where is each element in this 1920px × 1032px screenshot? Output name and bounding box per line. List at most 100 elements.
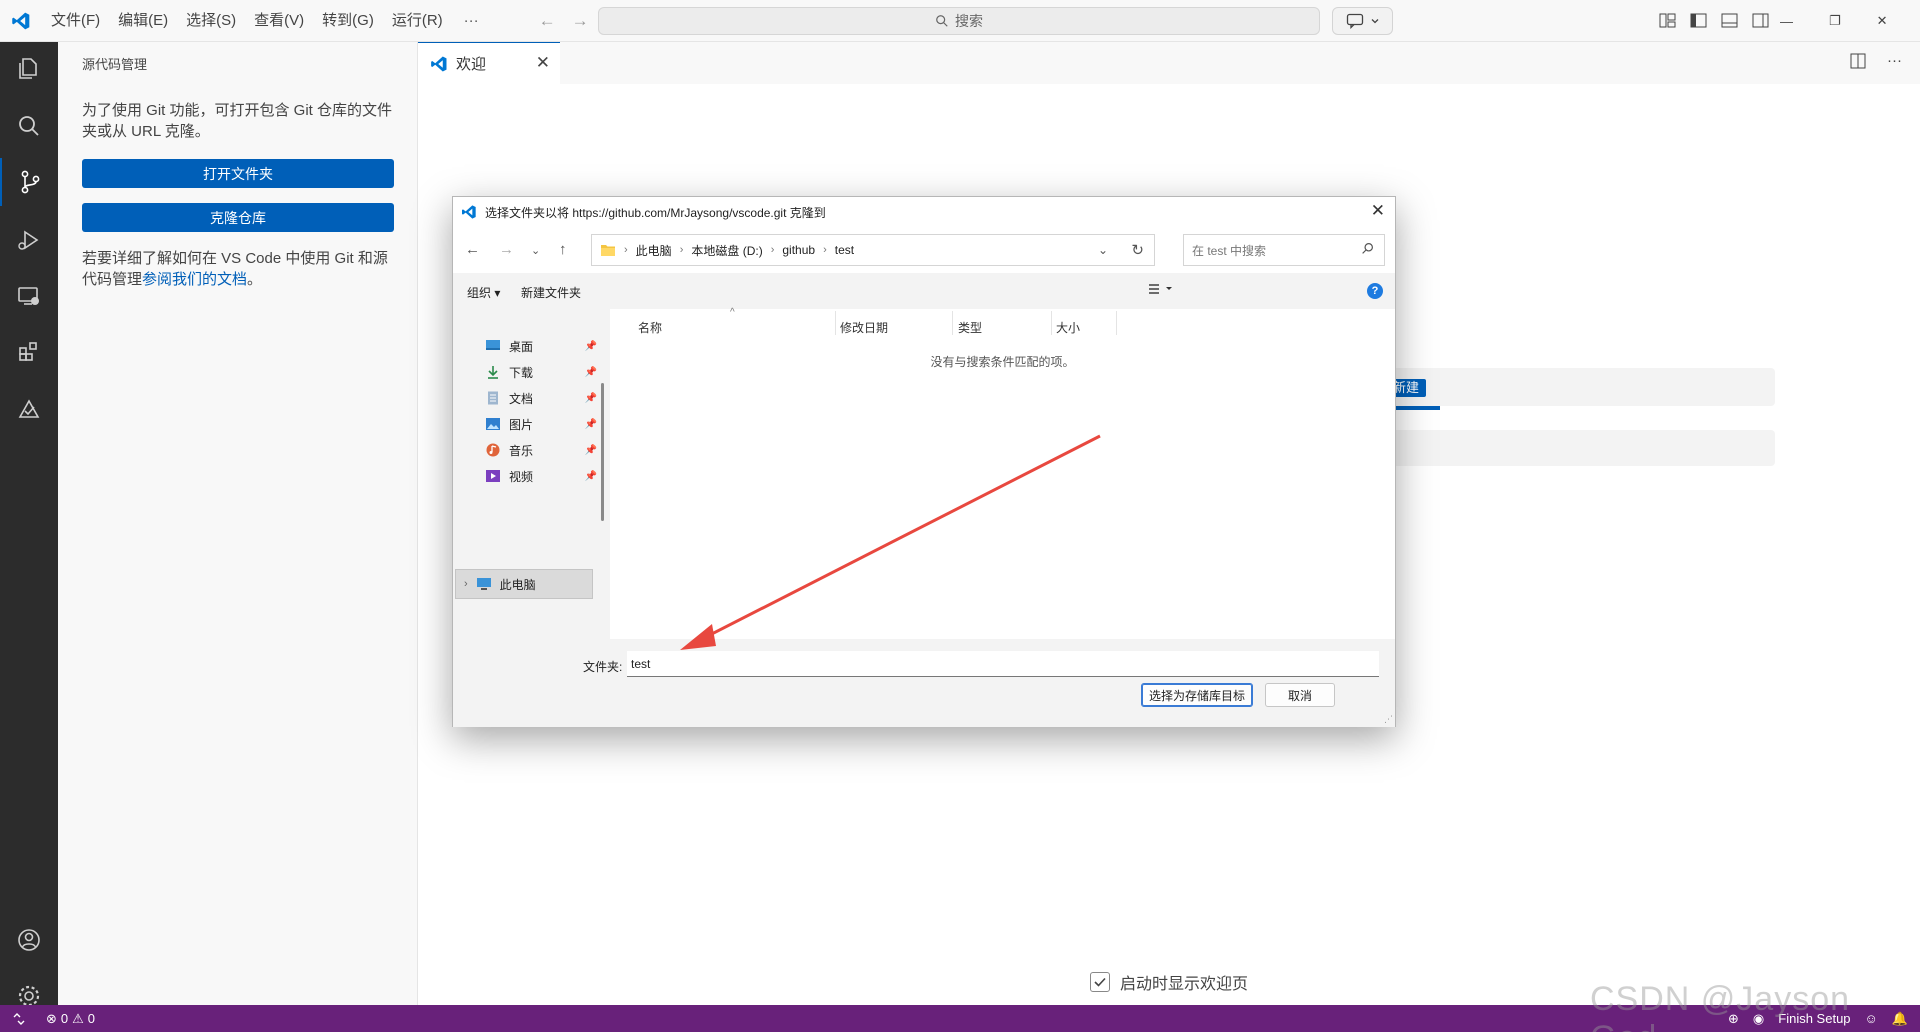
clone-folder-dialog: 选择文件夹以将 https://github.com/MrJaysong/vsc… (452, 196, 1396, 727)
toggle-primary-sidebar-icon[interactable] (1689, 11, 1708, 30)
welcome-walkthrough-card[interactable] (1390, 368, 1775, 406)
computer-icon (476, 578, 491, 590)
account-icon[interactable] (0, 916, 58, 964)
nav-item-label: 视频 (509, 469, 534, 484)
menu-selection[interactable]: 选择(S) (177, 0, 245, 42)
menu-view[interactable]: 查看(V) (245, 0, 313, 42)
nav-item-documents[interactable]: 文档 📌 (485, 387, 597, 409)
error-icon: ⊗ (46, 1010, 57, 1026)
cancel-button[interactable]: 取消 (1265, 683, 1335, 707)
minimize-icon[interactable]: — (1780, 14, 1793, 29)
breadcrumb-drive-d[interactable]: 本地磁盘 (D:) (691, 242, 762, 259)
back-arrow-icon[interactable]: ← (539, 11, 556, 31)
folder-name-input[interactable]: test (627, 651, 1379, 677)
editor-tab-bar: 欢迎 ✕ ··· (418, 42, 1920, 84)
run-debug-icon[interactable] (0, 216, 58, 264)
address-bar[interactable]: › 此电脑 › 本地磁盘 (D:) › github › test ⌄ ↻ (591, 234, 1155, 266)
welcome-walkthrough-card-2[interactable] (1390, 430, 1775, 466)
split-editor-icon[interactable] (1849, 52, 1867, 73)
breadcrumb-separator: › (624, 244, 628, 256)
forward-arrow-icon[interactable]: → (572, 11, 589, 31)
copilot-chat-button[interactable] (1332, 7, 1393, 35)
menu-edit[interactable]: 编辑(E) (109, 0, 177, 42)
warning-count: 0 (87, 1011, 96, 1026)
dialog-search-input[interactable]: 在 test 中搜索 (1183, 234, 1385, 266)
folder-label: 文件夹: (583, 660, 623, 674)
help-icon[interactable]: ? (1367, 283, 1383, 299)
nav-item-label: 音乐 (509, 443, 534, 458)
more-actions-icon[interactable]: ··· (1887, 52, 1902, 73)
back-icon[interactable]: ← (465, 241, 480, 258)
clone-repository-button[interactable]: 克隆仓库 (82, 203, 394, 232)
address-dropdown-icon[interactable]: ⌄ (1098, 243, 1108, 257)
column-divider[interactable] (1051, 311, 1052, 335)
toggle-panel-icon[interactable] (1720, 11, 1739, 30)
up-folder-icon[interactable]: ↑ (559, 241, 567, 258)
nav-item-this-pc[interactable]: › 此电脑 (455, 569, 593, 599)
csdn-watermark: CSDN @Jayson God (1590, 980, 1851, 1032)
menu-run[interactable]: 运行(R) (383, 0, 452, 42)
menu-file[interactable]: 文件(F) (42, 0, 109, 42)
command-center-search[interactable]: 搜索 (598, 7, 1320, 35)
breadcrumb-this-pc[interactable]: 此电脑 (636, 242, 672, 259)
nav-pane-scrollbar[interactable] (601, 383, 604, 521)
organize-menu[interactable]: 组织 ▾ (467, 284, 500, 301)
pin-icon: 📌 (584, 418, 597, 430)
column-type[interactable]: 类型 (958, 319, 982, 336)
breadcrumb-github[interactable]: github (782, 243, 815, 257)
explorer-icon[interactable] (0, 44, 58, 92)
close-window-icon[interactable]: ✕ (1877, 13, 1888, 29)
tab-welcome[interactable]: 欢迎 ✕ (418, 42, 560, 84)
extensions-icon[interactable] (0, 328, 58, 376)
nav-item-label: 桌面 (509, 339, 534, 354)
view-options-icon[interactable] (1147, 282, 1175, 299)
close-icon[interactable]: ✕ (536, 53, 550, 73)
column-divider[interactable] (952, 311, 953, 335)
pin-icon: 📌 (584, 392, 597, 404)
menu-more-button[interactable]: ··· (452, 12, 491, 29)
remote-indicator-icon[interactable] (0, 1005, 38, 1032)
show-welcome-checkbox[interactable]: 启动时显示欢迎页 (1090, 970, 1248, 994)
column-size[interactable]: 大小 (1056, 319, 1080, 336)
breadcrumb-separator: › (770, 244, 775, 256)
docs-link[interactable]: 参阅我们的文档 (142, 271, 247, 288)
breadcrumb-test[interactable]: test (835, 243, 854, 257)
error-count: 0 (60, 1011, 69, 1026)
checkbox-checked-icon[interactable] (1090, 972, 1110, 992)
nav-item-desktop[interactable]: 桌面 📌 (485, 335, 597, 357)
restore-icon[interactable]: ❐ (1829, 13, 1841, 29)
column-modified[interactable]: 修改日期 (840, 319, 888, 336)
dialog-navigation-row: ← → ⌄ ↑ › 此电脑 › 本地磁盘 (D:) › github › tes… (453, 227, 1395, 273)
resize-grip-icon[interactable]: ⋰ (1384, 714, 1393, 725)
select-as-repository-destination-button[interactable]: 选择为存储库目标 (1141, 683, 1253, 707)
testing-icon[interactable] (0, 386, 58, 434)
customize-layout-icon[interactable] (1658, 11, 1677, 30)
forward-icon[interactable]: → (499, 241, 514, 258)
nav-item-videos[interactable]: 视频 📌 (485, 465, 597, 487)
open-folder-button[interactable]: 打开文件夹 (82, 159, 394, 188)
documents-icon (488, 391, 498, 405)
remote-explorer-icon[interactable] (0, 272, 58, 320)
breadcrumb-separator: › (823, 244, 827, 256)
source-control-sidebar: 源代码管理 为了使用 Git 功能，可打开包含 Git 仓库的文件夹或从 URL… (58, 42, 418, 1005)
expand-chevron-icon[interactable]: › (464, 578, 468, 590)
column-divider[interactable] (1116, 311, 1117, 335)
recent-locations-icon[interactable]: ⌄ (531, 244, 540, 257)
breadcrumb-separator: › (679, 244, 684, 256)
dialog-close-icon[interactable]: ✕ (1371, 201, 1385, 221)
problems-indicator[interactable]: ⊗ 0 ⚠ 0 (46, 1011, 95, 1027)
column-divider[interactable] (835, 311, 836, 335)
search-icon (936, 15, 948, 27)
refresh-icon[interactable]: ↻ (1131, 241, 1144, 259)
new-folder-button[interactable]: 新建文件夹 (521, 284, 581, 301)
search-view-icon[interactable] (0, 102, 58, 150)
nav-item-downloads[interactable]: 下载 📌 (485, 361, 597, 383)
show-welcome-label: 启动时显示欢迎页 (1120, 976, 1249, 993)
nav-item-pictures[interactable]: 图片 📌 (485, 413, 597, 435)
vscode-logo-icon (0, 0, 42, 42)
source-control-icon[interactable] (0, 158, 58, 206)
column-name[interactable]: 名称 (638, 319, 662, 336)
nav-item-music[interactable]: 音乐 📌 (485, 439, 597, 461)
menu-go[interactable]: 转到(G) (313, 0, 383, 42)
toggle-secondary-sidebar-icon[interactable] (1751, 11, 1770, 30)
